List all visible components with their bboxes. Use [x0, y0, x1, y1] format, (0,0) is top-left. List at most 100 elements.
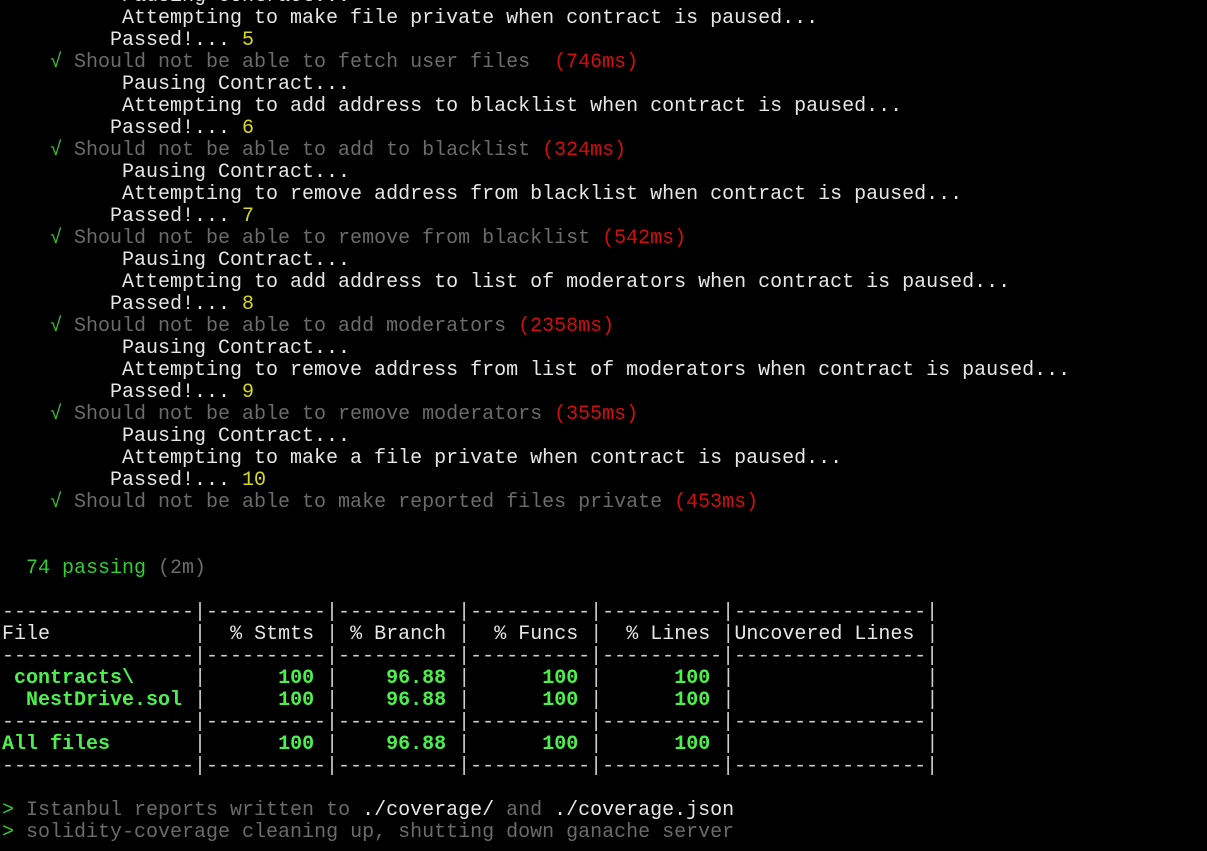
check-icon: √	[2, 403, 75, 426]
log-line: Attempting to make a file private when c…	[2, 448, 1070, 470]
file-cell: NestDrive.sol	[26, 689, 183, 712]
value-cell: 100	[542, 733, 579, 756]
divider: |	[590, 733, 603, 756]
padding	[914, 689, 926, 712]
text-segment: Pausing Contract...	[2, 73, 351, 96]
text-segment: (453ms)	[674, 491, 759, 514]
padding	[206, 733, 278, 756]
value-cell: 100	[674, 733, 711, 756]
text-segment: Should not be able to make reported file…	[74, 491, 675, 514]
divider: |	[926, 623, 939, 646]
log-line: Pausing Contract...	[2, 338, 1070, 360]
padding	[470, 667, 542, 690]
table-separator: ----------------|----------|----------|-…	[2, 712, 1070, 734]
padding	[2, 667, 14, 690]
padding	[914, 623, 926, 646]
padding	[578, 667, 590, 690]
text-segment: 5	[242, 29, 255, 52]
divider: |	[326, 623, 339, 646]
padding	[50, 623, 194, 646]
text-segment: ./coverage.json	[554, 799, 735, 822]
padding	[602, 623, 626, 646]
check-icon: √	[2, 51, 75, 74]
text-segment: (746ms)	[554, 51, 639, 74]
log-line: √ Should not be able to add to blacklist…	[2, 140, 1070, 162]
text-segment: Should not be able to add moderators	[74, 315, 519, 338]
padding	[314, 667, 326, 690]
divider: ----------------|----------|----------|-…	[2, 711, 939, 734]
divider: ----------------|----------|----------|-…	[2, 645, 939, 668]
padding	[446, 689, 458, 712]
padding	[734, 689, 914, 712]
value-cell: 96.88	[386, 689, 447, 712]
table-row: NestDrive.sol | 100 | 96.88 | 100 | 100 …	[2, 690, 1070, 712]
text-segment: Should not be able to add to blacklist	[74, 139, 543, 162]
value-cell: 96.88	[386, 733, 447, 756]
divider: |	[926, 733, 939, 756]
check-icon: √	[2, 227, 75, 250]
padding	[338, 623, 350, 646]
value-cell: Uncovered Lines	[734, 623, 915, 646]
padding	[446, 667, 458, 690]
value-cell: 100	[278, 733, 315, 756]
log-line: Pausing Contract...	[2, 250, 1070, 272]
text-segment: Passed!...	[2, 117, 243, 140]
text-segment: (324ms)	[542, 139, 627, 162]
text-segment: Passed!...	[2, 29, 243, 52]
padding	[710, 623, 722, 646]
footer-line: > solidity-coverage cleaning up, shuttin…	[2, 822, 1070, 844]
text-segment: Pausing Contract...	[2, 425, 351, 448]
log-line: √ Should not be able to make reported fi…	[2, 492, 1070, 514]
padding	[914, 733, 926, 756]
value-cell: 96.88	[386, 667, 447, 690]
padding	[734, 667, 914, 690]
text-segment: 10	[242, 469, 267, 492]
padding	[338, 667, 386, 690]
text-segment: (2358ms)	[518, 315, 615, 338]
log-line: Passed!... 5	[2, 30, 1070, 52]
padding	[446, 733, 458, 756]
padding	[470, 689, 542, 712]
file-cell: All files	[2, 733, 111, 756]
text-segment: and	[494, 799, 555, 822]
value-cell: 100	[542, 689, 579, 712]
log-line: 74 passing (2m)	[2, 558, 1070, 580]
value-cell: % Funcs	[494, 623, 579, 646]
divider: |	[194, 689, 207, 712]
text-segment: Attempting to make a file private when c…	[2, 447, 843, 470]
divider: |	[722, 667, 735, 690]
padding	[110, 733, 194, 756]
padding	[602, 667, 674, 690]
divider: |	[326, 667, 339, 690]
text-segment: Attempting to add address to list of mod…	[2, 271, 1011, 294]
padding	[338, 689, 386, 712]
padding	[182, 689, 194, 712]
divider: |	[590, 623, 603, 646]
divider: |	[458, 733, 471, 756]
padding	[470, 733, 542, 756]
text-segment: 9	[242, 381, 255, 404]
text-segment: 8	[242, 293, 255, 316]
text-segment: Passed!...	[2, 381, 243, 404]
text-segment: 6	[242, 117, 255, 140]
check-icon: √	[2, 139, 75, 162]
log-line: Attempting to remove address from list o…	[2, 360, 1070, 382]
divider: |	[194, 733, 207, 756]
padding	[314, 689, 326, 712]
value-cell: 100	[278, 667, 315, 690]
text-segment: >	[2, 799, 27, 822]
divider: |	[722, 689, 735, 712]
divider: |	[590, 689, 603, 712]
padding	[710, 667, 722, 690]
padding	[314, 623, 326, 646]
divider: |	[326, 689, 339, 712]
table-header: File | % Stmts | % Branch | % Funcs | % …	[2, 624, 1070, 646]
padding	[446, 623, 458, 646]
terminal-output: Pausing Contract... Attempting to make f…	[2, 0, 1070, 844]
text-segment: >	[2, 821, 27, 844]
log-line: Passed!... 8	[2, 294, 1070, 316]
divider: |	[722, 623, 735, 646]
text-segment: Should not be able to remove moderators	[74, 403, 555, 426]
